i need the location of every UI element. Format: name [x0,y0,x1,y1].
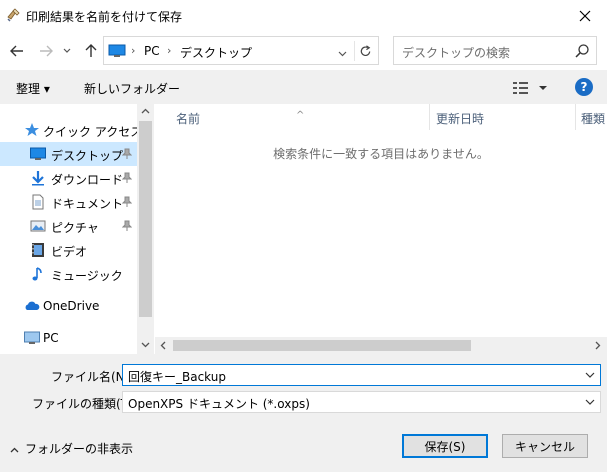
download-icon [32,171,44,186]
command-toolbar: 整理 ▾ 新しいフォルダー ? [0,70,607,104]
breadcrumb-desktop[interactable]: デスクトップ [180,44,252,61]
back-button[interactable] [7,41,27,61]
sidebar-item-label: ミュージック [51,269,123,283]
column-header-name[interactable]: ^ 名前 [155,104,429,130]
sidebar-item-documents[interactable]: ドキュメント [0,190,137,214]
hide-folders-label: フォルダーの非表示 [25,442,134,456]
arrow-right-icon [40,45,53,57]
window-title: 印刷結果を名前を付けて保存 [26,10,183,24]
pin-icon[interactable] [122,220,132,232]
save-form: ファイル名(N): 回復キー_Backup ファイルの種類(T): OpenXP… [0,354,607,472]
sidebar-item-music[interactable]: ミュージック [0,262,137,286]
breadcrumb-pc[interactable]: PC [144,44,160,58]
chevron-down-icon[interactable] [141,342,150,348]
sidebar-item-label: OneDrive [43,299,100,313]
scrollbar-thumb[interactable] [139,121,152,317]
pin-icon[interactable] [122,196,132,208]
help-button[interactable]: ? [575,78,593,96]
chevron-left-icon[interactable] [160,341,166,350]
file-list-horizontal-scrollbar[interactable] [155,337,607,354]
sidebar-item-label: ピクチャ [51,221,99,235]
cancel-button[interactable]: キャンセル [502,434,588,458]
sidebar-item-pictures[interactable]: ピクチャ [0,214,137,238]
navigation-bar: › PC › デスクトップ デスクトップの検索 [0,32,607,70]
forward-button[interactable] [36,41,56,61]
navigation-pane: クイック アクセス デスクトップ ダウンロード ドキュメント ピクチャ ビデオ … [0,104,142,354]
sidebar-item-desktop[interactable]: デスクトップ [0,142,137,166]
refresh-button[interactable] [354,41,376,61]
sidebar-item-onedrive[interactable]: OneDrive [0,294,137,318]
organize-menu[interactable]: 整理 ▾ [16,80,50,97]
column-header-type[interactable]: 種類 [576,104,607,130]
refresh-icon [360,44,371,56]
video-icon [32,243,44,257]
sidebar-item-pc[interactable]: PC [0,326,137,350]
search-placeholder: デスクトップの検索 [402,46,511,60]
sidebar-item-label: ドキュメント [51,197,124,211]
pc-icon [108,44,126,57]
chevron-down-icon[interactable] [583,368,597,382]
sidebar-item-label: デスクトップ [51,149,124,163]
breadcrumb-separator: › [167,44,172,57]
chevron-up-icon[interactable] [141,108,150,114]
search-input[interactable]: デスクトップの検索 [393,36,597,65]
printer-app-icon [7,8,20,22]
up-button[interactable] [81,41,101,61]
search-icon [575,44,589,58]
chevron-up-icon [10,447,19,452]
chevron-right-icon[interactable] [595,341,601,350]
close-button[interactable] [563,0,607,32]
cloud-icon [25,301,40,310]
chevron-down-icon [63,48,71,53]
sidebar-item-label: ビデオ [51,245,88,259]
column-header-label: 名前 [176,112,201,126]
empty-message: 検索条件に一致する項目はありません。 [273,147,489,161]
music-icon [32,267,42,281]
filetype-value: OpenXPS ドキュメント (*.oxps) [128,397,310,411]
sidebar-item-quick-access[interactable]: クイック アクセス [0,118,142,142]
sidebar-item-videos[interactable]: ビデオ [0,238,137,262]
arrow-left-icon [10,45,23,57]
change-view-button[interactable] [512,80,552,96]
column-header-label: 更新日時 [436,112,485,126]
sidebar-item-downloads[interactable]: ダウンロード [0,166,137,190]
view-list-icon [513,82,547,94]
title-bar: 印刷結果を名前を付けて保存 [0,0,607,32]
column-header-modified[interactable]: 更新日時 [430,104,575,130]
file-list: ^ 名前 更新日時 種類 検索条件に一致する項目はありません。 [155,104,607,354]
recent-locations-button[interactable] [60,41,74,61]
scrollbar-thumb[interactable] [173,340,471,351]
document-icon [32,194,44,210]
address-history-button[interactable] [338,46,347,60]
close-icon [579,10,591,22]
filename-input[interactable]: 回復キー_Backup [122,364,601,386]
chevron-down-icon [585,399,595,405]
column-header-label: 種類 [581,112,606,126]
sidebar-item-label: PC [43,331,59,345]
picture-icon [30,220,46,232]
breadcrumb-separator: › [131,44,136,57]
address-bar[interactable]: › PC › デスクトップ [103,36,379,65]
chevron-down-icon [338,51,347,57]
pin-icon[interactable] [122,148,132,160]
arrow-up-icon [85,44,97,57]
desktop-icon [30,147,46,160]
sort-ascending-icon: ^ [296,110,305,121]
sidebar-item-label: ダウンロード [51,173,124,187]
hide-folders-toggle[interactable]: フォルダーの非表示 [10,440,133,457]
pin-icon[interactable] [122,172,132,184]
new-folder-button[interactable]: 新しいフォルダー [84,80,180,97]
navigation-pane-scrollbar[interactable] [137,104,154,354]
help-icon: ? [580,80,588,94]
star-icon [25,123,39,136]
filetype-select[interactable]: OpenXPS ドキュメント (*.oxps) [122,391,601,413]
save-button[interactable]: 保存(S) [402,434,488,458]
pc-icon [24,331,40,344]
sidebar-item-label: クイック アクセス [43,125,143,139]
filename-value: 回復キー_Backup [128,370,226,384]
